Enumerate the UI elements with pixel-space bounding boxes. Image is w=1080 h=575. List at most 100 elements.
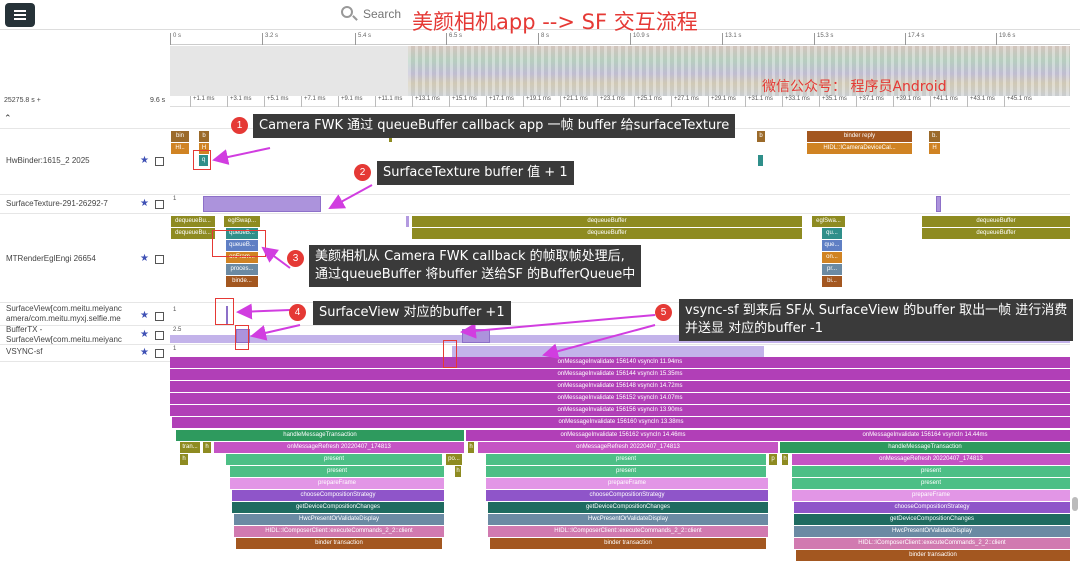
slice-dequeuebuffer[interactable]: dequeueBu... (171, 216, 215, 227)
slice-invalidate[interactable]: onMessageInvalidate 156148 vsyncIn 14.72… (170, 381, 1070, 392)
pin-icon[interactable]: ★ (140, 330, 150, 340)
chevron-double-up-icon[interactable]: ⌃ (4, 113, 14, 125)
slice-hidl[interactable]: HI.. (171, 143, 189, 154)
overview-stripes (408, 46, 1070, 96)
slice-invalidate[interactable]: onMessageInvalidate 156156 vsyncIn 13.90… (170, 405, 1070, 416)
pin-icon[interactable]: ★ (140, 254, 150, 264)
slice-transaction[interactable]: tran... (180, 442, 200, 453)
slice-hidl[interactable]: H (929, 143, 940, 154)
slice-choosecompositionstrategy[interactable]: chooseCompositionStrategy (486, 490, 768, 501)
slice-binder[interactable]: binde... (226, 276, 258, 287)
slice-binder[interactable]: bin (171, 131, 189, 142)
slice-eglswap[interactable]: eglSwa... (812, 216, 845, 227)
slice-hidl-executecommands[interactable]: HIDL::IComposerClient::executeCommands_2… (234, 526, 444, 537)
slice-present[interactable]: present (486, 466, 766, 477)
checkbox-icon[interactable] (155, 349, 164, 358)
pin-icon[interactable]: ★ (140, 156, 150, 166)
checkbox-icon[interactable] (155, 331, 164, 340)
slice-hwcpresentorvalidate[interactable]: HwcPresentOrValidateDisplay (234, 514, 444, 525)
slice-invalidate[interactable]: onMessageInvalidate 156160 vsyncIn 13.38… (172, 417, 1070, 428)
slice-handlemessagetransaction[interactable]: handleMessageTransaction (780, 442, 1070, 453)
slice-dequeuebuffer[interactable]: dequeueBuffer (922, 228, 1070, 239)
slice-present[interactable]: present (230, 466, 444, 477)
slice-h[interactable]: h (455, 466, 461, 477)
slice-getdevicecompositionchanges[interactable]: getDeviceCompositionChanges (794, 514, 1070, 525)
checkbox-icon[interactable] (155, 157, 164, 166)
slice-p[interactable]: p (769, 454, 777, 465)
menu-icon-bar (14, 18, 26, 20)
slice-binder[interactable]: b (757, 131, 765, 142)
checkbox-icon[interactable] (155, 312, 164, 321)
track-label-surfaceview-sub: amera/com.meitu.myxj.selfie.me (6, 314, 121, 323)
slice-prepareframe[interactable]: prepareFrame (792, 490, 1070, 501)
pin-icon[interactable]: ★ (140, 199, 150, 209)
slice-binder-reply[interactable]: binder reply (807, 131, 912, 142)
pin-icon[interactable]: ★ (140, 311, 150, 321)
slice-eglswap[interactable]: eglSwap... (224, 216, 260, 227)
slice-invalidate[interactable]: onMessageInvalidate 156144 vsyncIn 15.35… (170, 369, 1070, 380)
slice-prepareframe[interactable]: prepareFrame (486, 478, 768, 489)
slice-binder-transaction[interactable]: binder transaction (236, 538, 442, 549)
slice-h[interactable]: h (782, 454, 788, 465)
time-tick: +43.1 ms (967, 96, 995, 107)
slice-hwcpresentorvalidate[interactable]: HwcPresentOrValidateDisplay (488, 514, 768, 525)
slice-handlemessagetransaction[interactable]: handleMessageTransaction (176, 430, 464, 441)
slice-binder[interactable]: b (199, 131, 209, 142)
slice-onmessagerefresh[interactable]: onMessageRefresh 20220407_174813 (792, 454, 1070, 465)
search-icon (341, 6, 353, 18)
counter-surfacetexture[interactable] (936, 196, 941, 212)
slice-invalidate[interactable]: onMessageInvalidate 156140 vsyncIn 11.94… (170, 357, 1070, 368)
counter-surfacetexture[interactable] (203, 196, 321, 212)
slice-hidl-executecommands[interactable]: HIDL::IComposerClient::executeCommands_2… (488, 526, 768, 537)
highlight-box (193, 150, 211, 170)
slice-dequeuebuffer[interactable]: dequeueBu... (171, 228, 215, 239)
slice-present[interactable]: present (486, 454, 766, 465)
time-tick: +21.1 ms (560, 96, 588, 107)
slice-dequeuebuffer[interactable]: dequeueBuffer (922, 216, 1070, 227)
checkbox-icon[interactable] (155, 200, 164, 209)
slice-onmessagerefresh[interactable]: onMessageRefresh 20220407_174813 (478, 442, 778, 453)
slice-binder-transaction[interactable]: binder transaction (490, 538, 766, 549)
slice-present[interactable]: present (226, 454, 442, 465)
slice-hwcpresentorvalidate[interactable]: HwcPresentOrValidateDisplay (794, 526, 1070, 537)
slice-binder[interactable]: b. (929, 131, 940, 142)
slice-binder[interactable]: bi... (822, 276, 842, 287)
slice-post[interactable]: po... (446, 454, 462, 465)
slice-binder-transaction[interactable]: binder transaction (796, 550, 1070, 561)
vertical-scrollbar[interactable] (1072, 497, 1078, 511)
slice-prepareframe[interactable]: prepareFrame (230, 478, 444, 489)
slice-present[interactable]: present (792, 478, 1070, 489)
slice-h[interactable]: h (180, 454, 188, 465)
ruler-tick: 0 s (170, 33, 181, 45)
slice-h[interactable]: h (203, 442, 211, 453)
slice-process[interactable]: proces... (226, 264, 258, 275)
highlight-box (443, 340, 457, 368)
slice-invalidate[interactable]: onMessageInvalidate 156152 vsyncIn 14.07… (170, 393, 1070, 404)
slice-onmessagerefresh[interactable]: onMessageRefresh 20220407_174813 (214, 442, 464, 453)
time-tick: +1.1 ms (190, 96, 215, 107)
slice-getdevicecompositionchanges[interactable]: getDeviceCompositionChanges (232, 502, 444, 513)
time-tick: +29.1 ms (708, 96, 736, 107)
slice-hidl-executecommands[interactable]: HIDL::IComposerClient::executeCommands_2… (794, 538, 1070, 549)
slice-queuebuffer[interactable]: que... (822, 240, 842, 251)
slice-process[interactable]: pr... (822, 264, 842, 275)
counter-buffertx-peak[interactable] (462, 329, 490, 343)
slice-getdevicecompositionchanges[interactable]: getDeviceCompositionChanges (488, 502, 768, 513)
slice-queuebuffer[interactable]: qu... (822, 228, 842, 239)
slice-present[interactable]: present (792, 466, 1070, 477)
slice-h[interactable]: h (468, 442, 474, 453)
slice-onframe[interactable]: on... (822, 252, 842, 263)
menu-icon-bar (14, 14, 26, 16)
annotation-text: vsync-sf 到来后 SF从 SurfaceView 的buffer 取出一… (685, 303, 1068, 318)
slice-invalidate[interactable]: onMessageInvalidate 156164 vsyncIn 14.44… (780, 430, 1070, 441)
menu-button[interactable] (5, 3, 35, 27)
pin-icon[interactable]: ★ (140, 348, 150, 358)
annotation-badge-3: 3 (287, 250, 304, 267)
slice-invalidate[interactable]: onMessageInvalidate 156162 vsyncIn 14.46… (466, 430, 780, 441)
slice-choosecompositionstrategy[interactable]: chooseCompositionStrategy (232, 490, 444, 501)
slice-dequeuebuffer[interactable]: dequeueBuffer (412, 216, 802, 227)
slice-choosecompositionstrategy[interactable]: chooseCompositionStrategy (794, 502, 1070, 513)
slice-dequeuebuffer[interactable]: dequeueBuffer (412, 228, 802, 239)
checkbox-icon[interactable] (155, 255, 164, 264)
slice-hidl-camera[interactable]: HIDL::ICameraDeviceCal... (807, 143, 912, 154)
